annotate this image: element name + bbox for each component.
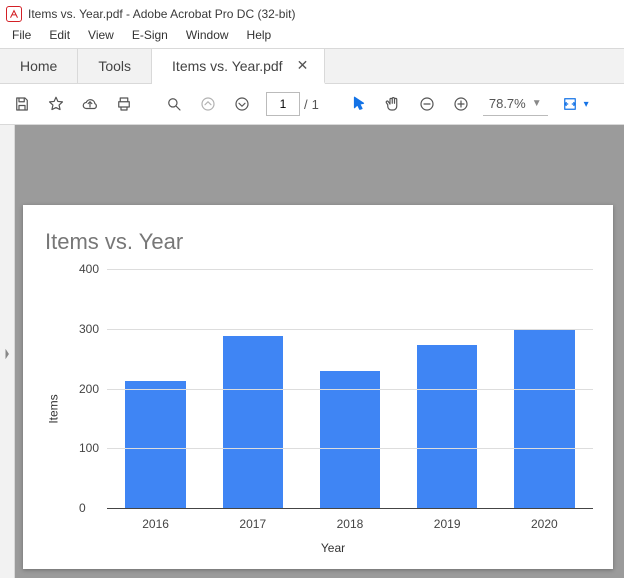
zoom-in-icon[interactable]: [445, 88, 477, 120]
pdf-page: Items vs. Year Items 0100200300400 20162…: [23, 205, 613, 569]
chart: Items 0100200300400 20162017201820192020…: [73, 269, 593, 549]
tab-close-icon[interactable]: ✕: [293, 57, 313, 74]
hand-icon[interactable]: [377, 88, 409, 120]
tab-document[interactable]: Items vs. Year.pdf ✕: [152, 49, 325, 84]
search-icon[interactable]: [158, 88, 190, 120]
x-tick-label: 2019: [434, 517, 461, 531]
window-titlebar: Items vs. Year.pdf - Adobe Acrobat Pro D…: [0, 0, 624, 26]
zoom-dropdown[interactable]: 78.7% ▼: [483, 93, 548, 116]
bar: [417, 345, 477, 508]
menu-window[interactable]: Window: [178, 26, 237, 44]
page-canvas[interactable]: Items vs. Year Items 0100200300400 20162…: [15, 125, 624, 578]
print-icon[interactable]: [108, 88, 140, 120]
chevron-down-icon: ▼: [532, 98, 542, 109]
tab-tools[interactable]: Tools: [78, 49, 152, 83]
fit-width-icon[interactable]: [554, 88, 586, 120]
y-tick-label: 0: [79, 501, 86, 515]
y-tick-label: 400: [79, 262, 99, 276]
chevron-down-icon[interactable]: ▾: [584, 99, 589, 110]
gridline: [107, 269, 593, 270]
menu-esign[interactable]: E-Sign: [124, 26, 176, 44]
tab-strip: Home Tools Items vs. Year.pdf ✕: [0, 48, 624, 84]
save-icon[interactable]: [6, 88, 38, 120]
menu-file[interactable]: File: [4, 26, 39, 44]
plot-area: 0100200300400: [107, 269, 593, 509]
menu-edit[interactable]: Edit: [41, 26, 78, 44]
zoom-out-icon[interactable]: [411, 88, 443, 120]
y-tick-label: 300: [79, 322, 99, 336]
x-tick-label: 2020: [531, 517, 558, 531]
page-down-icon[interactable]: [226, 88, 258, 120]
menu-view[interactable]: View: [80, 26, 122, 44]
gridline: [107, 389, 593, 390]
page-up-icon[interactable]: [192, 88, 224, 120]
tab-document-label: Items vs. Year.pdf: [172, 58, 283, 74]
x-tick-labels: 2016 2017 2018 2019 2020: [107, 517, 593, 531]
x-tick-label: 2017: [239, 517, 266, 531]
page-sep: /: [304, 97, 308, 112]
cloud-upload-icon[interactable]: [74, 88, 106, 120]
acrobat-app-icon: [6, 6, 22, 22]
tab-home[interactable]: Home: [0, 49, 78, 83]
bar: [514, 329, 574, 508]
tab-home-label: Home: [20, 58, 57, 74]
window-title: Items vs. Year.pdf - Adobe Acrobat Pro D…: [28, 7, 295, 21]
pointer-icon[interactable]: [343, 88, 375, 120]
y-tick-label: 200: [79, 382, 99, 396]
y-tick-label: 100: [79, 441, 99, 455]
side-panel-toggle[interactable]: [0, 125, 15, 578]
x-axis-label: Year: [73, 541, 593, 555]
page-total: 1: [312, 97, 319, 112]
tab-tools-label: Tools: [98, 58, 131, 74]
gridline: [107, 329, 593, 330]
page-current-input[interactable]: [266, 92, 300, 116]
gridline: [107, 448, 593, 449]
menu-help[interactable]: Help: [239, 26, 280, 44]
toolbar: / 1 78.7% ▼ ▾: [0, 84, 624, 125]
menu-bar: File Edit View E-Sign Window Help: [0, 26, 624, 48]
chart-title: Items vs. Year: [45, 229, 603, 255]
x-tick-label: 2016: [142, 517, 169, 531]
x-tick-label: 2018: [337, 517, 364, 531]
bar: [320, 371, 380, 508]
bar: [125, 381, 185, 508]
zoom-value: 78.7%: [489, 96, 526, 111]
star-icon[interactable]: [40, 88, 72, 120]
bar: [223, 336, 283, 508]
page-indicator: / 1: [266, 92, 319, 116]
y-axis-label: Items: [47, 394, 61, 423]
document-area: Items vs. Year Items 0100200300400 20162…: [0, 125, 624, 578]
